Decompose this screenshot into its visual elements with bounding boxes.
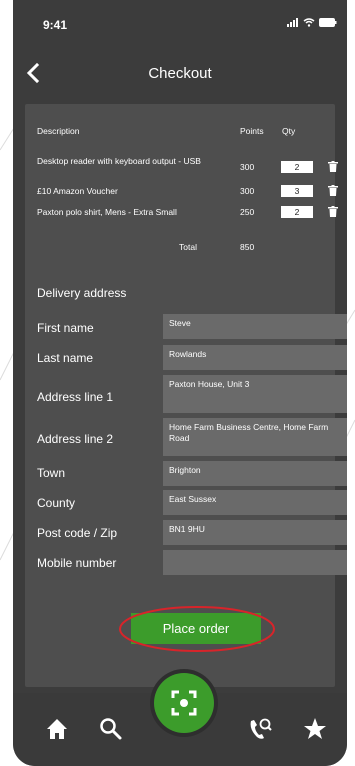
address-line-2-field[interactable]: Home Farm Business Centre, Home Farm Roa… <box>163 418 347 456</box>
signal-icon <box>287 18 298 27</box>
wifi-icon <box>303 18 315 27</box>
trash-icon[interactable] <box>328 185 338 196</box>
last-name-field[interactable]: Rowlands <box>163 345 347 370</box>
item-description: Desktop reader with keyboard output - US… <box>37 156 201 166</box>
last-name-label: Last name <box>37 351 94 365</box>
tab-call[interactable] <box>233 693 283 766</box>
address-line-1-field[interactable]: Paxton House, Unit 3 <box>163 375 347 413</box>
delivery-address-title: Delivery address <box>37 286 127 300</box>
postcode-label: Post code / Zip <box>37 526 118 540</box>
tab-favorites[interactable] <box>289 693 339 766</box>
search-icon <box>100 718 122 740</box>
postcode-field[interactable]: BN1 9HU <box>163 520 347 545</box>
trash-icon[interactable] <box>328 161 338 172</box>
tab-home[interactable] <box>31 693 81 766</box>
mobile-number-label: Mobile number <box>37 556 117 570</box>
place-order-area: Place order <box>117 604 277 654</box>
address-line-1-label: Address line 1 <box>37 390 114 404</box>
item-points: 300 <box>240 162 255 172</box>
mobile-number-field[interactable] <box>163 550 347 575</box>
tab-bar <box>13 669 347 766</box>
total-value: 850 <box>240 242 255 252</box>
total-label: Total <box>179 242 197 252</box>
page-title: Checkout <box>148 65 212 82</box>
item-points: 300 <box>240 186 255 196</box>
item-description: Paxton polo shirt, Mens - Extra Small <box>37 207 177 217</box>
battery-icon <box>319 18 337 27</box>
first-name-field[interactable]: Steve <box>163 314 347 339</box>
column-header-points: Points <box>240 126 264 136</box>
qty-input[interactable]: 2 <box>281 161 313 173</box>
item-points: 250 <box>240 207 255 217</box>
checkout-card: Description Points Qty Desktop reader wi… <box>25 104 347 687</box>
column-header-qty: Qty <box>282 126 296 136</box>
scan-button <box>154 673 214 733</box>
column-header-description: Description <box>37 126 80 136</box>
item-description: £10 Amazon Voucher <box>37 186 118 196</box>
tab-search[interactable] <box>85 693 135 766</box>
town-label: Town <box>37 466 66 480</box>
tab-scan[interactable] <box>150 669 218 737</box>
home-icon <box>47 719 67 739</box>
star-icon <box>304 718 326 739</box>
status-bar: 9:41 <box>13 0 347 44</box>
trash-icon[interactable] <box>328 206 338 217</box>
status-time: 9:41 <box>43 18 68 32</box>
qty-input[interactable]: 3 <box>281 185 313 197</box>
header: Checkout <box>13 48 347 100</box>
town-field[interactable]: Brighton <box>163 461 347 486</box>
phone-screen: 9:41 Checkout Description Points Qty Des… <box>13 0 347 766</box>
status-icons <box>287 18 337 27</box>
county-label: County <box>37 496 76 510</box>
first-name-label: First name <box>37 321 94 335</box>
qty-input[interactable]: 2 <box>281 206 313 218</box>
address-line-2-label: Address line 2 <box>37 432 114 446</box>
county-field[interactable]: East Sussex <box>163 490 347 515</box>
place-order-button[interactable]: Place order <box>131 613 261 644</box>
scan-icon <box>171 690 197 716</box>
call-icon <box>250 718 272 739</box>
